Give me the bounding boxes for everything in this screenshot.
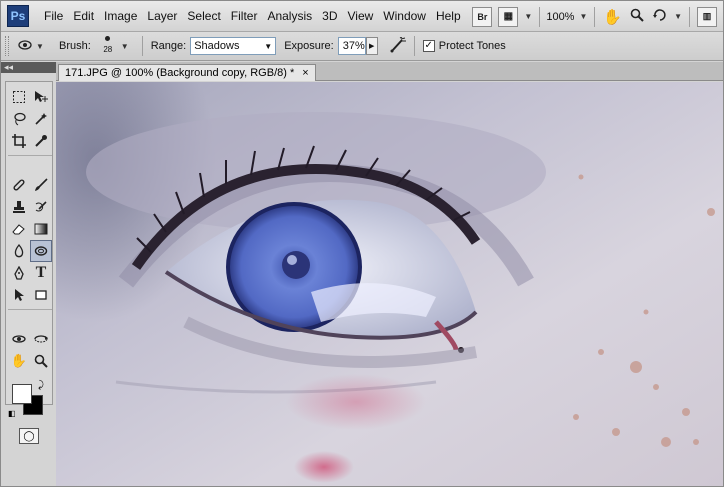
menu-file[interactable]: File [39, 9, 68, 23]
divider [141, 36, 143, 56]
chevron-down-icon[interactable]: ▼ [674, 12, 682, 21]
pen-icon[interactable] [8, 262, 30, 284]
marquee-icon[interactable] [8, 86, 30, 108]
brush-picker[interactable]: 28 [97, 33, 119, 59]
type-icon[interactable]: T [30, 262, 52, 284]
exposure-value: 37% [342, 40, 365, 52]
path-selection-icon[interactable] [8, 284, 30, 306]
chevron-down-icon[interactable]: ▼ [524, 12, 532, 21]
zoom-level[interactable]: 100% [546, 11, 574, 23]
collapse-icon[interactable]: ◂◂ [4, 62, 13, 72]
magic-wand-icon[interactable] [30, 108, 52, 130]
menu-filter[interactable]: Filter [226, 9, 263, 23]
rectangle-icon[interactable] [30, 284, 52, 306]
foreground-color-swatch[interactable] [12, 384, 32, 404]
eye-photo [56, 82, 723, 486]
menu-layer[interactable]: Layer [142, 9, 182, 23]
hand-icon[interactable]: ✋ [603, 8, 622, 26]
range-select[interactable]: Shadows ▼ [190, 37, 277, 55]
document-canvas[interactable] [56, 82, 723, 486]
default-colors-icon[interactable]: ◧ [8, 409, 16, 418]
divider [594, 6, 596, 27]
airbrush-icon [389, 36, 407, 56]
menu-help[interactable]: Help [431, 9, 466, 23]
divider [539, 6, 541, 27]
zoom-icon[interactable] [630, 8, 644, 26]
menu-edit[interactable]: Edit [68, 9, 99, 23]
toolbox-header[interactable]: ◂◂ [1, 62, 56, 73]
menu-view[interactable]: View [342, 9, 378, 23]
rotate-view-icon[interactable] [652, 7, 667, 26]
move-icon[interactable] [30, 86, 52, 108]
chevron-down-icon: ▼ [264, 41, 273, 51]
crop-icon[interactable] [8, 130, 30, 152]
eyedropper-icon[interactable] [30, 130, 52, 152]
document-tab-bar: 171.JPG @ 100% (Background copy, RGB/8) … [56, 62, 723, 81]
protect-tones-label: Protect Tones [438, 40, 506, 52]
burn-tool-icon [17, 38, 33, 55]
divider [413, 36, 415, 56]
close-icon[interactable]: × [302, 67, 308, 79]
tool-grid: T ✋ [6, 82, 52, 372]
options-bar: ▼ Brush: 28 ▼ Range: Shadows ▼ Exposure:… [1, 32, 723, 61]
range-label: Range: [150, 40, 187, 52]
swap-colors-icon[interactable]: ⤸ [38, 380, 44, 391]
brush-size: 28 [103, 45, 113, 54]
view-extras-button[interactable]: ▦ [498, 6, 519, 27]
arrange-documents-button[interactable]: ▥ [697, 6, 717, 27]
document-tab[interactable]: 171.JPG @ 100% (Background copy, RGB/8) … [58, 64, 316, 81]
menu-select[interactable]: Select [182, 9, 225, 23]
chevron-down-icon: ▼ [36, 41, 44, 51]
3d-orbit-icon[interactable] [30, 328, 52, 350]
menu-image[interactable]: Image [99, 9, 142, 23]
exposure-input[interactable]: 37% [337, 37, 366, 55]
exposure-slider-button[interactable]: ▶ [365, 37, 378, 55]
quick-mask-button[interactable]: ◯ [19, 428, 39, 444]
divider [8, 306, 52, 310]
history-brush-icon[interactable] [30, 196, 52, 218]
3d-rotate-icon[interactable] [8, 328, 30, 350]
brush-icon[interactable] [30, 174, 52, 196]
photoshop-window: Ps File Edit Image Layer Select Filter A… [0, 0, 724, 487]
document-title: 171.JPG @ 100% (Background copy, RGB/8) … [65, 67, 295, 79]
menu-bar: Ps File Edit Image Layer Select Filter A… [1, 1, 723, 32]
exposure-label: Exposure: [284, 40, 334, 52]
gradient-icon[interactable] [30, 218, 52, 240]
clone-stamp-icon[interactable] [8, 196, 30, 218]
menu-3d[interactable]: 3D [317, 9, 342, 23]
options-bar-grip[interactable] [5, 36, 9, 56]
lasso-icon[interactable] [8, 108, 30, 130]
tool-preset-picker[interactable]: ▼ [17, 36, 47, 56]
dodge-icon[interactable] [30, 240, 52, 262]
brush-label: Brush: [59, 40, 91, 52]
divider [689, 6, 690, 27]
protect-tones-checkbox[interactable]: ✓ [422, 40, 435, 52]
toolbox: T ✋ ⤸ ◧ ◯ [5, 81, 53, 444]
eraser-icon[interactable] [8, 218, 30, 240]
menu-window[interactable]: Window [378, 9, 431, 23]
range-value: Shadows [194, 40, 240, 52]
brush-tip-icon [105, 36, 111, 41]
chevron-down-icon[interactable]: ▼ [579, 12, 587, 21]
divider [8, 152, 52, 156]
menu-analysis[interactable]: Analysis [262, 9, 317, 23]
quick-mask-icon: ◯ [23, 430, 35, 442]
hand-icon[interactable]: ✋ [8, 350, 30, 372]
application-bar: Br ▦ ▼ 100% ▼ ✋ ▼ ▥ [469, 1, 723, 32]
airbrush-button[interactable] [388, 36, 408, 56]
blur-icon[interactable] [8, 240, 30, 262]
chevron-down-icon[interactable]: ▼ [121, 42, 129, 51]
launch-bridge-button[interactable]: Br [472, 6, 493, 27]
zoom-icon[interactable] [30, 350, 52, 372]
healing-brush-icon[interactable] [8, 174, 30, 196]
photoshop-logo[interactable]: Ps [7, 5, 29, 27]
color-swatches: ⤸ ◧ [6, 378, 52, 424]
